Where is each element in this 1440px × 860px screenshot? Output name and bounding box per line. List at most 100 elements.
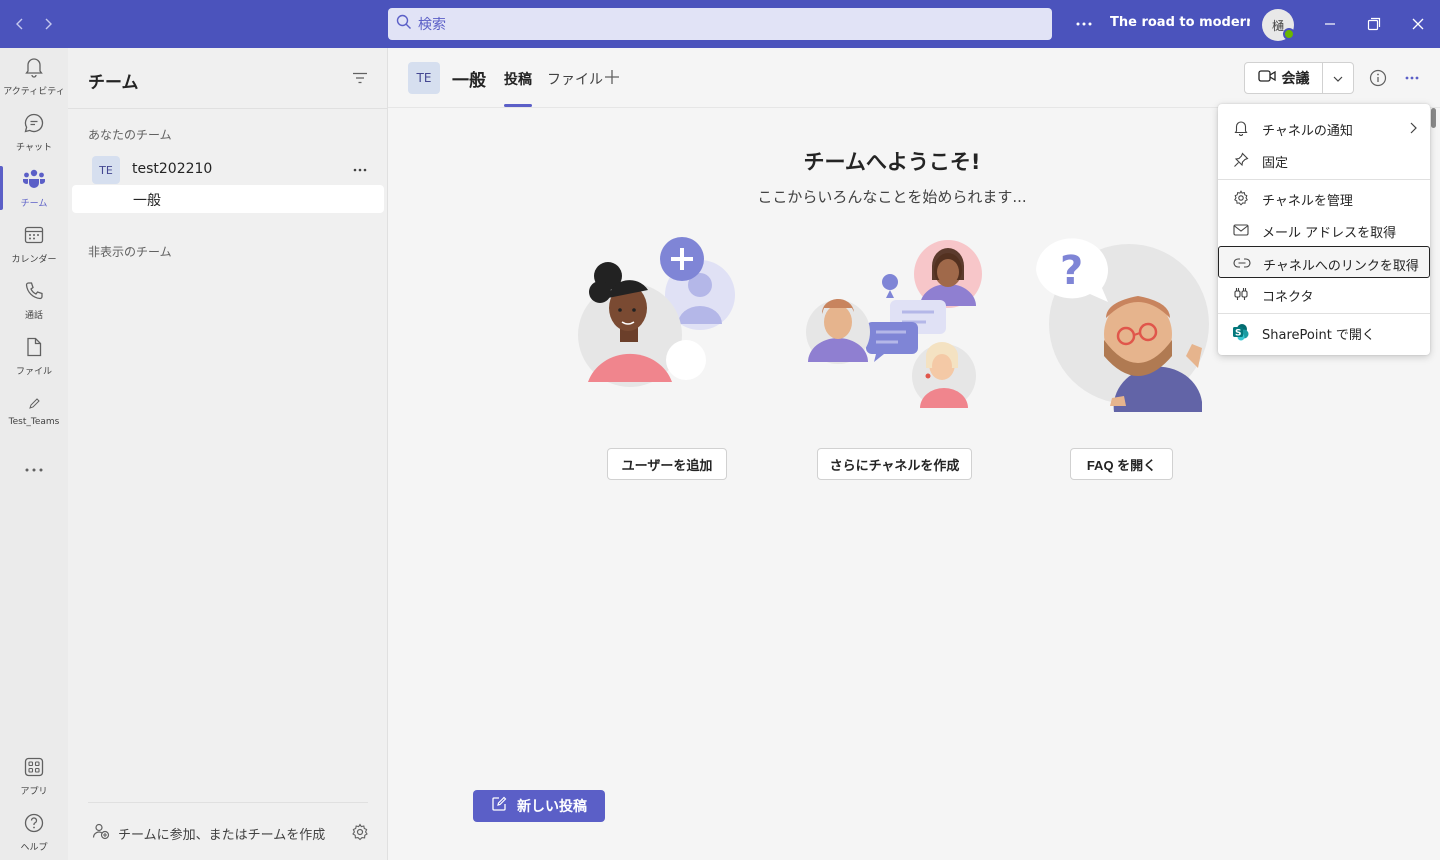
welcome-subtitle: ここからいろんなことを始められます... xyxy=(757,188,1027,206)
open-faq-button[interactable]: FAQ を開く xyxy=(1070,448,1173,480)
channel-more-icon[interactable] xyxy=(1400,68,1424,88)
meet-button-group: 会議 xyxy=(1244,62,1354,94)
svg-text:?: ? xyxy=(1060,248,1083,294)
gear-icon[interactable] xyxy=(350,822,370,842)
more-icon xyxy=(25,460,43,476)
create-channel-button[interactable]: さらにチャネルを作成 xyxy=(817,448,972,480)
menu-label: SharePoint で開く xyxy=(1262,328,1375,343)
menu-label: コネクタ xyxy=(1262,290,1314,305)
rail-label: チーム xyxy=(20,198,48,209)
divider xyxy=(68,108,388,109)
apps-icon xyxy=(23,756,45,782)
calendar-icon xyxy=(23,224,45,250)
app-rail: アクティビティ チャット チーム カレンダー 通話 ファイル Test_Team… xyxy=(0,48,68,860)
presence-status-icon xyxy=(1283,28,1295,40)
meet-label: 会議 xyxy=(1281,71,1310,87)
menu-item-connectors[interactable]: コネクタ xyxy=(1218,278,1430,310)
rail-label: ファイル xyxy=(15,366,52,377)
search-icon xyxy=(396,14,412,34)
rail-item-files[interactable]: ファイル xyxy=(0,328,68,384)
rail-label: 通話 xyxy=(24,310,43,321)
team-avatar: TE xyxy=(92,156,120,184)
channel-title: 一般 xyxy=(452,71,486,91)
menu-item-open-sharepoint[interactable]: S SharePoint で開く xyxy=(1218,316,1430,348)
menu-item-get-email[interactable]: メール アドレスを取得 xyxy=(1218,214,1430,246)
bell-icon xyxy=(23,56,45,82)
add-people-icon xyxy=(92,822,110,844)
rail-item-help[interactable]: ヘルプ xyxy=(0,804,68,860)
connector-icon xyxy=(1232,285,1250,303)
join-or-create-team-button[interactable]: チームに参加、またはチームを作成 xyxy=(92,822,325,844)
rail-item-test-teams[interactable]: Test_Teams xyxy=(0,384,68,440)
more-apps-button[interactable] xyxy=(0,440,68,496)
back-arrow-icon[interactable] xyxy=(8,12,32,36)
rail-item-teams[interactable]: チーム xyxy=(0,160,68,216)
tab-files[interactable]: ファイル xyxy=(547,69,603,89)
help-icon xyxy=(23,812,45,838)
menu-item-pin[interactable]: 固定 xyxy=(1218,144,1430,176)
compose-icon xyxy=(491,796,507,816)
channel-item-general[interactable]: 一般 xyxy=(72,185,384,213)
rail-item-chat[interactable]: チャット xyxy=(0,104,68,160)
menu-label: メール アドレスを取得 xyxy=(1262,226,1397,241)
menu-label: チャネルを管理 xyxy=(1262,194,1353,209)
rail-item-calls[interactable]: 通話 xyxy=(0,272,68,328)
gear-icon xyxy=(1232,189,1250,207)
teams-list-panel: チーム あなたのチーム TE test202210 一般 非表示のチーム チーム… xyxy=(68,48,388,860)
menu-label: 固定 xyxy=(1262,156,1289,171)
rail-label: カレンダー xyxy=(11,254,57,265)
menu-item-get-link[interactable]: チャネルへのリンクを取得 xyxy=(1218,246,1430,278)
team-more-icon[interactable] xyxy=(348,160,372,180)
rail-item-activity[interactable]: アクティビティ xyxy=(0,48,68,104)
pencil-icon xyxy=(27,397,41,415)
rail-label: アプリ xyxy=(20,786,48,797)
svg-text:S: S xyxy=(1235,329,1241,339)
menu-label: チャネルへのリンクを取得 xyxy=(1263,259,1419,274)
team-row[interactable]: TE test202210 xyxy=(72,152,384,188)
phone-icon xyxy=(23,280,45,306)
menu-separator xyxy=(1218,313,1430,314)
team-avatar: TE xyxy=(408,62,440,94)
filter-icon[interactable] xyxy=(350,68,370,88)
add-user-button[interactable]: ユーザーを追加 xyxy=(607,448,727,480)
forward-arrow-icon[interactable] xyxy=(36,12,60,36)
add-user-illustration xyxy=(578,237,735,387)
new-post-button[interactable]: 新しい投稿 xyxy=(473,790,605,822)
maximize-icon[interactable] xyxy=(1362,12,1386,36)
tenant-name[interactable]: The road to modernizati... xyxy=(1110,15,1250,30)
chevron-right-icon xyxy=(1406,120,1420,136)
team-name: test202210 xyxy=(132,161,213,177)
scrollbar[interactable] xyxy=(1431,108,1436,128)
create-channel-illustration xyxy=(806,240,982,408)
close-icon[interactable] xyxy=(1406,12,1430,36)
sharepoint-icon: S xyxy=(1232,323,1250,341)
info-icon[interactable] xyxy=(1368,68,1388,88)
menu-item-manage-channel[interactable]: チャネルを管理 xyxy=(1218,182,1430,214)
channel-name: 一般 xyxy=(133,193,161,209)
more-options-icon[interactable] xyxy=(1072,12,1096,36)
search-input[interactable]: 検索 xyxy=(388,8,1052,40)
bell-icon xyxy=(1232,119,1250,137)
chat-icon xyxy=(23,112,45,138)
rail-label: Test_Teams xyxy=(8,417,60,427)
teams-icon xyxy=(22,168,46,194)
rail-item-apps[interactable]: アプリ xyxy=(0,748,68,804)
meet-button[interactable]: 会議 xyxy=(1245,63,1323,93)
minimize-icon[interactable] xyxy=(1318,12,1342,36)
active-tab-indicator xyxy=(504,104,532,107)
mail-icon xyxy=(1232,221,1250,239)
tab-posts[interactable]: 投稿 xyxy=(504,69,532,89)
rail-label: チャット xyxy=(16,142,52,153)
section-your-teams: あなたのチーム xyxy=(88,128,172,142)
file-icon xyxy=(23,336,45,362)
meet-dropdown-button[interactable] xyxy=(1323,63,1353,93)
section-hidden-teams[interactable]: 非表示のチーム xyxy=(88,243,172,260)
menu-item-channel-notifications[interactable]: チャネルの通知 xyxy=(1218,112,1430,144)
channel-header: TE 一般 投稿 ファイル 会議 xyxy=(388,48,1440,108)
faq-illustration: ? xyxy=(1036,238,1209,412)
rail-label: アクティビティ xyxy=(3,86,65,97)
add-tab-icon[interactable] xyxy=(602,67,622,87)
rail-item-calendar[interactable]: カレンダー xyxy=(0,216,68,272)
new-post-label: 新しい投稿 xyxy=(517,799,587,815)
video-camera-icon xyxy=(1257,69,1276,87)
